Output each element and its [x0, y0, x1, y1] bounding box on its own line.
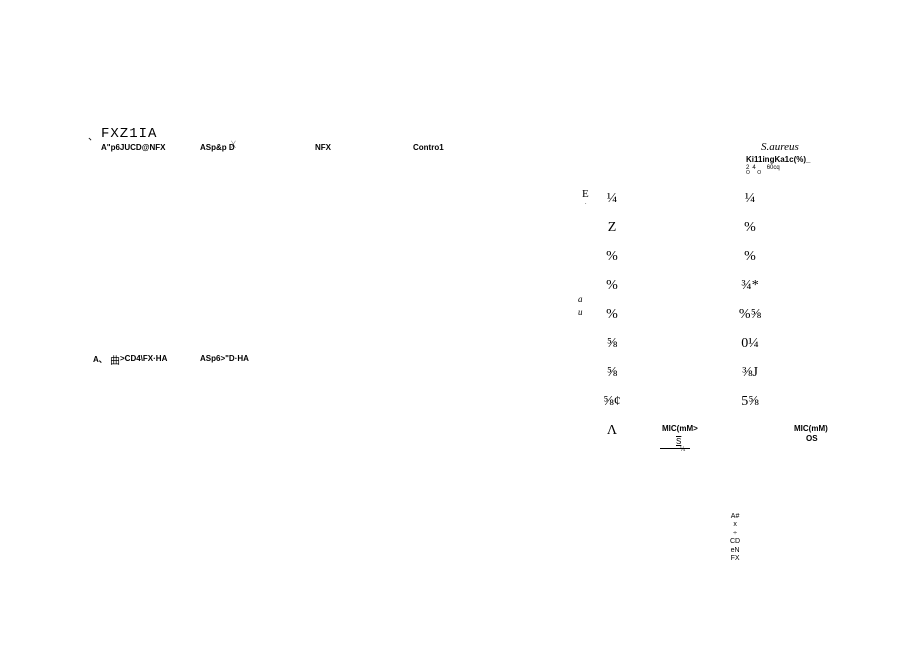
panel-f-ylabel: Ki11ingKa1c(%)_: [746, 155, 810, 164]
tick: ⅝¢: [603, 391, 621, 412]
legend-item: ÷: [733, 530, 737, 538]
tick: %⅝: [739, 304, 761, 325]
tick: ⅝: [607, 333, 618, 354]
tick: %: [744, 246, 756, 267]
tick: 5⅝: [741, 391, 759, 412]
panel-e-xlabel-right: MIC(mM): [794, 424, 828, 433]
panel-a-col-3: Contro1: [413, 143, 444, 152]
panel-e-xticks-left: S: [676, 437, 681, 446]
panel-f-xtick-2: 60cq: [767, 165, 780, 171]
tick: ¼: [607, 188, 618, 209]
bar-chart-icon: 曲: [110, 352, 120, 367]
tick: Z: [608, 217, 617, 238]
legend-item: CD: [730, 538, 740, 546]
divider-line: [660, 448, 690, 449]
panel-e-yside-1: u: [578, 307, 583, 317]
small-glyph-icon: ᚷ: [231, 140, 236, 149]
panel-e-label: E: [582, 188, 589, 200]
tick: %: [606, 275, 618, 296]
panel-e-yside-0: a: [578, 294, 583, 304]
panel-f-title: S.aureus: [761, 141, 799, 153]
tick: Λ: [607, 420, 617, 441]
tick: ¼: [745, 188, 756, 209]
legend-item: FX: [731, 555, 740, 563]
tick: ⅝: [607, 362, 618, 383]
panel-a-title: FXZ1IA: [101, 126, 157, 142]
panel-e-xlabel-right-sub: OS: [806, 434, 818, 443]
legend-item: A#: [731, 513, 740, 521]
tick: %: [744, 217, 756, 238]
legend-item: x: [733, 521, 737, 529]
tick: 0¼: [741, 333, 759, 354]
panel-e-right-ticks: ¼ % % ¾* %⅝ 0¼ ⅜J 5⅝: [730, 188, 770, 412]
legend-item: eN: [731, 547, 740, 555]
tick: ⅜J: [742, 362, 758, 383]
panel-a-bottom-left: A、: [93, 354, 107, 365]
panel-a-marker: 、: [88, 128, 98, 143]
panel-e-xlabel-left: MIC(mM>: [662, 424, 698, 433]
panel-a-bottom-right: ASp6>"D·HA: [200, 354, 249, 363]
panel-e-sub: .: [585, 200, 587, 206]
panel-e-xticks-left-sub: ¼: [680, 447, 685, 453]
tick: %: [606, 304, 618, 325]
panel-a-col-0: A"p6JUCD@NFX: [101, 143, 166, 152]
panel-a-col-2: NFX: [315, 143, 331, 152]
panel-e-left-ticks: ¼ Z % % % ⅝ ⅝ ⅝¢ Λ: [597, 188, 627, 441]
tick: ¾*: [741, 275, 759, 296]
panel-a-bottom-text: >CD4\FX·HA: [120, 354, 167, 363]
panel-f-xsub: O O: [746, 170, 764, 176]
legend: A# x ÷ CD eN FX: [730, 513, 740, 563]
tick: %: [606, 246, 618, 267]
panel-a-col-1: ASp&p D: [200, 143, 235, 152]
